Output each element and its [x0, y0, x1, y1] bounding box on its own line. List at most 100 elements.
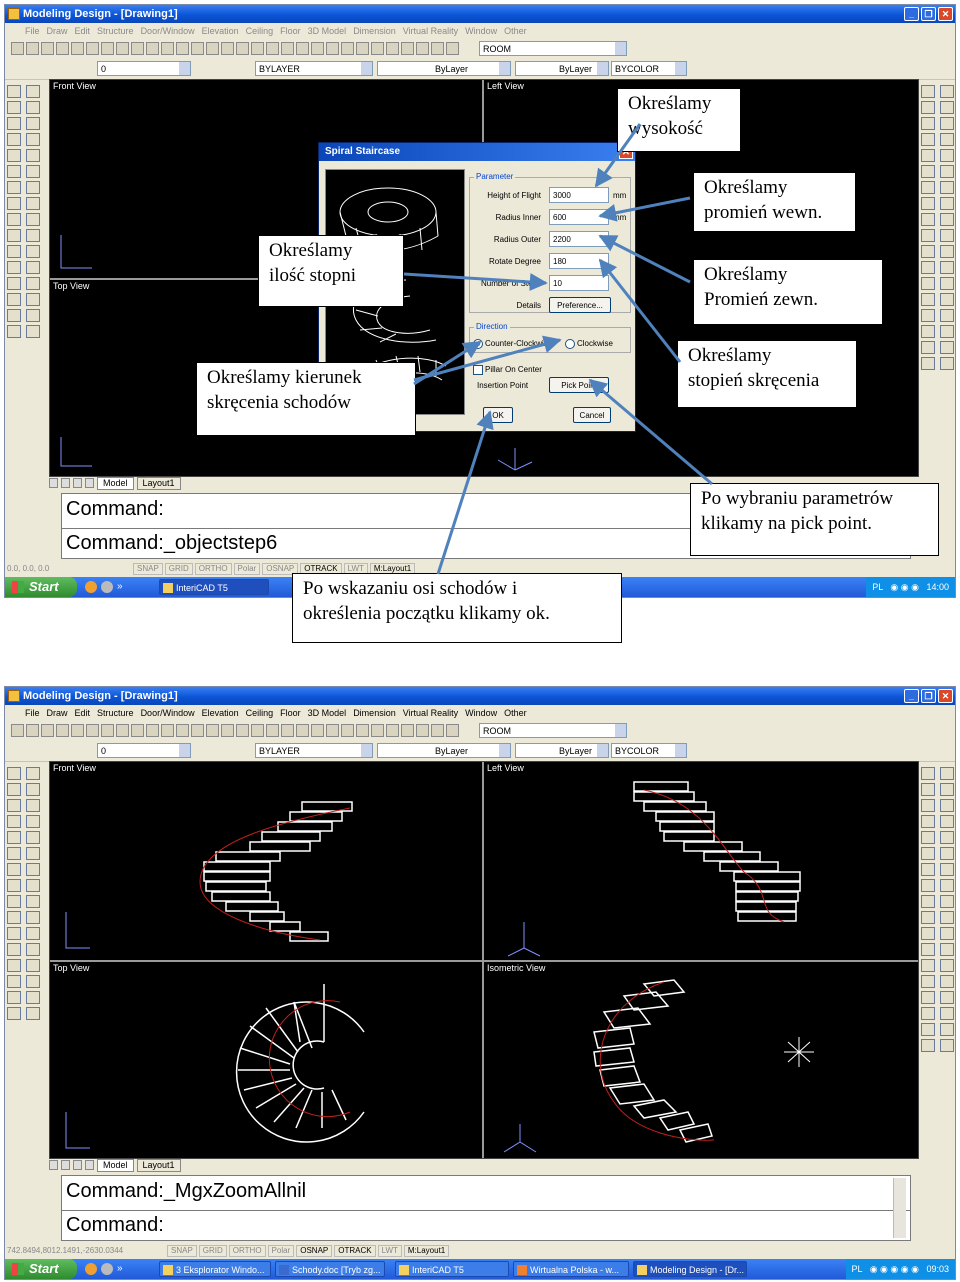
- layer-combo[interactable]: BYLAYER: [255, 743, 373, 758]
- grid-toggle[interactable]: GRID: [198, 1245, 227, 1257]
- close-button[interactable]: ✕: [938, 689, 953, 703]
- lwt-toggle[interactable]: LWT: [377, 1245, 402, 1257]
- tab-model[interactable]: Model: [97, 477, 134, 490]
- number-of-steps-input[interactable]: 10: [549, 275, 609, 291]
- chevron-icon[interactable]: »: [117, 581, 123, 593]
- modify-tools[interactable]: [919, 763, 955, 1056]
- menu-door-window[interactable]: Door/Window: [141, 23, 195, 39]
- toolbar-icons[interactable]: [11, 724, 459, 737]
- start-button[interactable]: Start: [5, 577, 77, 597]
- restore-button[interactable]: ❐: [921, 7, 936, 21]
- menu-draw[interactable]: Draw: [47, 23, 68, 39]
- app-icon-2[interactable]: [101, 581, 113, 593]
- command-scrollbar[interactable]: [893, 1178, 906, 1238]
- tab-layout1[interactable]: Layout1: [136, 1159, 181, 1172]
- clockwise-radio[interactable]: Clockwise: [565, 339, 613, 349]
- tab-next-button[interactable]: [73, 1160, 82, 1170]
- menu-elevation[interactable]: Elevation: [202, 23, 239, 39]
- menu-virtual-reality[interactable]: Virtual Reality: [403, 705, 458, 721]
- drawing-canvas[interactable]: Front View Left View Top View Isometric …: [49, 761, 919, 1159]
- rotate-degree-input[interactable]: 180: [549, 253, 609, 269]
- close-button[interactable]: ✕: [938, 7, 953, 21]
- taskbar-item-intericad[interactable]: InteriCAD T5: [159, 579, 269, 595]
- lineweight-combo[interactable]: ByLayer: [515, 743, 609, 758]
- menu-other[interactable]: Other: [504, 705, 527, 721]
- tab-layout1[interactable]: Layout1: [136, 477, 181, 490]
- draw-tools[interactable]: [5, 763, 45, 1024]
- viewport-top[interactable]: Top View: [50, 962, 482, 1158]
- cancel-button[interactable]: Cancel: [573, 407, 611, 423]
- tab-last-button[interactable]: [85, 1160, 94, 1170]
- viewport-isometric[interactable]: Isometric View: [484, 962, 920, 1158]
- layer-combo[interactable]: BYLAYER: [255, 61, 373, 76]
- pick-point-button[interactable]: Pick Point: [549, 377, 609, 393]
- snap-toggle[interactable]: SNAP: [167, 1245, 197, 1257]
- tab-prev-button[interactable]: [61, 478, 70, 488]
- preference-button[interactable]: Preference...: [549, 297, 611, 313]
- menu-elevation[interactable]: Elevation: [202, 705, 239, 721]
- ortho-toggle[interactable]: ORTHO: [228, 1245, 266, 1257]
- chevron-icon[interactable]: »: [117, 1263, 123, 1275]
- tab-model[interactable]: Model: [97, 1159, 134, 1172]
- polar-toggle[interactable]: Polar: [267, 1245, 295, 1257]
- taskbar-item-intericad[interactable]: InteriCAD T5: [395, 1261, 509, 1277]
- polar-toggle[interactable]: Polar: [233, 563, 261, 575]
- menu-file[interactable]: File: [25, 705, 40, 721]
- tab-first-button[interactable]: [49, 1160, 58, 1170]
- firefox-icon[interactable]: [85, 1263, 97, 1275]
- snap-toggle[interactable]: SNAP: [133, 563, 163, 575]
- layer-zero-combo[interactable]: 0: [97, 61, 191, 76]
- menu-draw[interactable]: Draw: [47, 705, 68, 721]
- taskbar-item-modeling-design[interactable]: Modeling Design - [Dr...: [633, 1261, 747, 1277]
- radius-inner-input[interactable]: 600: [549, 209, 609, 225]
- layer-zero-combo[interactable]: 0: [97, 743, 191, 758]
- menu-window[interactable]: Window: [465, 705, 497, 721]
- menu-3d-model[interactable]: 3D Model: [308, 23, 347, 39]
- menu-ceiling[interactable]: Ceiling: [246, 705, 274, 721]
- linetype-combo[interactable]: ByLayer: [377, 61, 511, 76]
- menu-floor[interactable]: Floor: [280, 23, 301, 39]
- taskbar-item-word[interactable]: Schody.doc [Tryb zg...: [275, 1261, 385, 1277]
- tab-next-button[interactable]: [73, 478, 82, 488]
- radius-outer-input[interactable]: 2200: [549, 231, 609, 247]
- menu-other[interactable]: Other: [504, 23, 527, 39]
- viewport-front[interactable]: Front View: [50, 762, 482, 960]
- tray-language[interactable]: PL: [852, 1264, 863, 1274]
- menu-floor[interactable]: Floor: [280, 705, 301, 721]
- quick-launch[interactable]: »: [85, 1263, 123, 1275]
- ok-button[interactable]: OK: [483, 407, 513, 423]
- room-combo[interactable]: ROOM: [479, 723, 627, 738]
- tab-first-button[interactable]: [49, 478, 58, 488]
- tab-prev-button[interactable]: [61, 1160, 70, 1170]
- menu-dimension[interactable]: Dimension: [353, 23, 396, 39]
- otrack-toggle[interactable]: OTRACK: [334, 1245, 376, 1257]
- quick-launch[interactable]: »: [85, 581, 123, 593]
- menu-ceiling[interactable]: Ceiling: [246, 23, 274, 39]
- menu-3d-model[interactable]: 3D Model: [308, 705, 347, 721]
- color-combo[interactable]: BYCOLOR: [611, 61, 687, 76]
- toolbar-icons[interactable]: [11, 42, 459, 55]
- menu-edit[interactable]: Edit: [75, 705, 91, 721]
- minimize-button[interactable]: _: [904, 689, 919, 703]
- menu-file[interactable]: File: [25, 23, 40, 39]
- menu-dimension[interactable]: Dimension: [353, 705, 396, 721]
- grid-toggle[interactable]: GRID: [164, 563, 193, 575]
- minimize-button[interactable]: _: [904, 7, 919, 21]
- color-combo[interactable]: BYCOLOR: [611, 743, 687, 758]
- restore-button[interactable]: ❐: [921, 689, 936, 703]
- menu-virtual-reality[interactable]: Virtual Reality: [403, 23, 458, 39]
- command-window[interactable]: Command:_MgxZoomAllnil Command:: [61, 1175, 911, 1241]
- menu-structure[interactable]: Structure: [97, 705, 134, 721]
- tab-last-button[interactable]: [85, 478, 94, 488]
- linetype-combo[interactable]: ByLayer: [377, 743, 511, 758]
- firefox-icon[interactable]: [85, 581, 97, 593]
- start-button[interactable]: Start: [5, 1259, 77, 1279]
- tray-language[interactable]: PL: [872, 582, 883, 592]
- taskbar-item-browser[interactable]: Wirtualna Polska - w...: [513, 1261, 629, 1277]
- lineweight-combo[interactable]: ByLayer: [515, 61, 609, 76]
- menu-edit[interactable]: Edit: [75, 23, 91, 39]
- app-icon-2[interactable]: [101, 1263, 113, 1275]
- taskbar-item-explorer[interactable]: 3 Eksplorator Windo...: [159, 1261, 271, 1277]
- counter-clockwise-radio[interactable]: Counter-Clockwise: [473, 339, 552, 349]
- osnap-toggle[interactable]: OSNAP: [296, 1245, 333, 1257]
